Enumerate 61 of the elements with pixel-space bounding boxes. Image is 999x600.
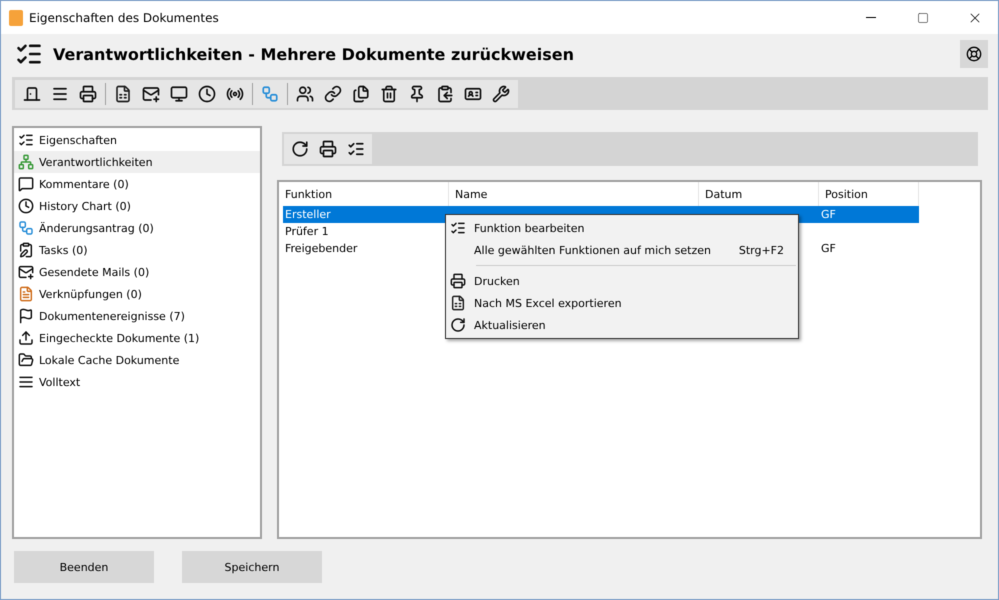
refresh-icon (450, 317, 466, 333)
folder-icon (18, 352, 34, 368)
lines-icon (18, 374, 34, 390)
list-icon (450, 220, 466, 236)
network-icon (18, 154, 34, 170)
sidebar-item[interactable]: History Chart (0) (14, 195, 260, 217)
door-icon (23, 84, 41, 102)
sidebar-item[interactable]: Volltext (14, 371, 260, 393)
footer-button[interactable]: Speichern (182, 551, 322, 583)
printer-icon (79, 84, 97, 102)
table-cell: GF (821, 208, 836, 221)
sidebar-item[interactable]: Eigenschaften (14, 129, 260, 151)
menu-item[interactable]: Funktion bearbeiten (446, 217, 798, 239)
pin-icon (408, 84, 426, 102)
document-icon (9, 10, 23, 26)
table-cell: Ersteller (285, 208, 331, 221)
sidebar-item[interactable]: Gesendete Mails (0) (14, 261, 260, 283)
refresh-icon (291, 140, 309, 158)
mail-icon (18, 264, 34, 280)
footer-button[interactable]: Beenden (14, 551, 154, 583)
minimize-icon (866, 17, 876, 18)
list-icon (18, 132, 34, 148)
clock-icon (198, 84, 216, 102)
sidebar-item[interactable]: Änderungsantrag (0) (14, 217, 260, 239)
flow-icon (18, 220, 34, 236)
spreadsheet-icon (450, 295, 466, 311)
clipboard-icon (436, 84, 454, 102)
link-icon (324, 84, 342, 102)
flow-icon (261, 84, 279, 102)
trash-icon (380, 84, 398, 102)
printer-icon (319, 140, 337, 158)
sidebar-item[interactable]: Dokumentenereignisse (7) (14, 305, 260, 327)
window-title: Eigenschaften des Dokumentes (29, 10, 220, 24)
upload-icon (18, 330, 34, 346)
menu-item[interactable]: Nach MS Excel exportieren (446, 292, 798, 314)
mail-icon (142, 84, 160, 102)
sidebar-item[interactable]: Eingecheckte Dokumente (1) (14, 327, 260, 349)
flag-icon (18, 308, 34, 324)
comment-icon (18, 176, 34, 192)
clock-icon (18, 198, 34, 214)
sidebar-item[interactable]: Verantwortlichkeiten (14, 151, 260, 173)
wrench-icon (492, 84, 510, 102)
list-icon (347, 140, 365, 158)
menu-item[interactable]: Alle gewählten Funktionen auf mich setzen Strg+F2 (446, 239, 798, 261)
copy-icon (352, 84, 370, 102)
sidebar-item[interactable]: Verknüpfungen (0) (14, 283, 260, 305)
lifebuoy-icon (966, 45, 982, 63)
menu-item[interactable]: Drucken (446, 270, 798, 292)
task-icon (18, 242, 34, 258)
users-icon (296, 84, 314, 102)
help-button[interactable] (960, 40, 988, 68)
sidebar-item[interactable]: Lokale Cache Dokumente (14, 349, 260, 371)
sidebar-item[interactable]: Tasks (0) (14, 239, 260, 261)
maximize-icon (917, 12, 929, 24)
file-icon (18, 286, 34, 302)
sidebar-item[interactable]: Kommentare (0) (14, 173, 260, 195)
page-title: Verantwortlichkeiten - Mehrere Dokumente zurückweisen (53, 44, 575, 64)
monitor-icon (170, 84, 188, 102)
printer-icon (450, 273, 466, 289)
menu-item[interactable]: Aktualisieren (446, 314, 798, 336)
spreadsheet-icon (114, 84, 132, 102)
